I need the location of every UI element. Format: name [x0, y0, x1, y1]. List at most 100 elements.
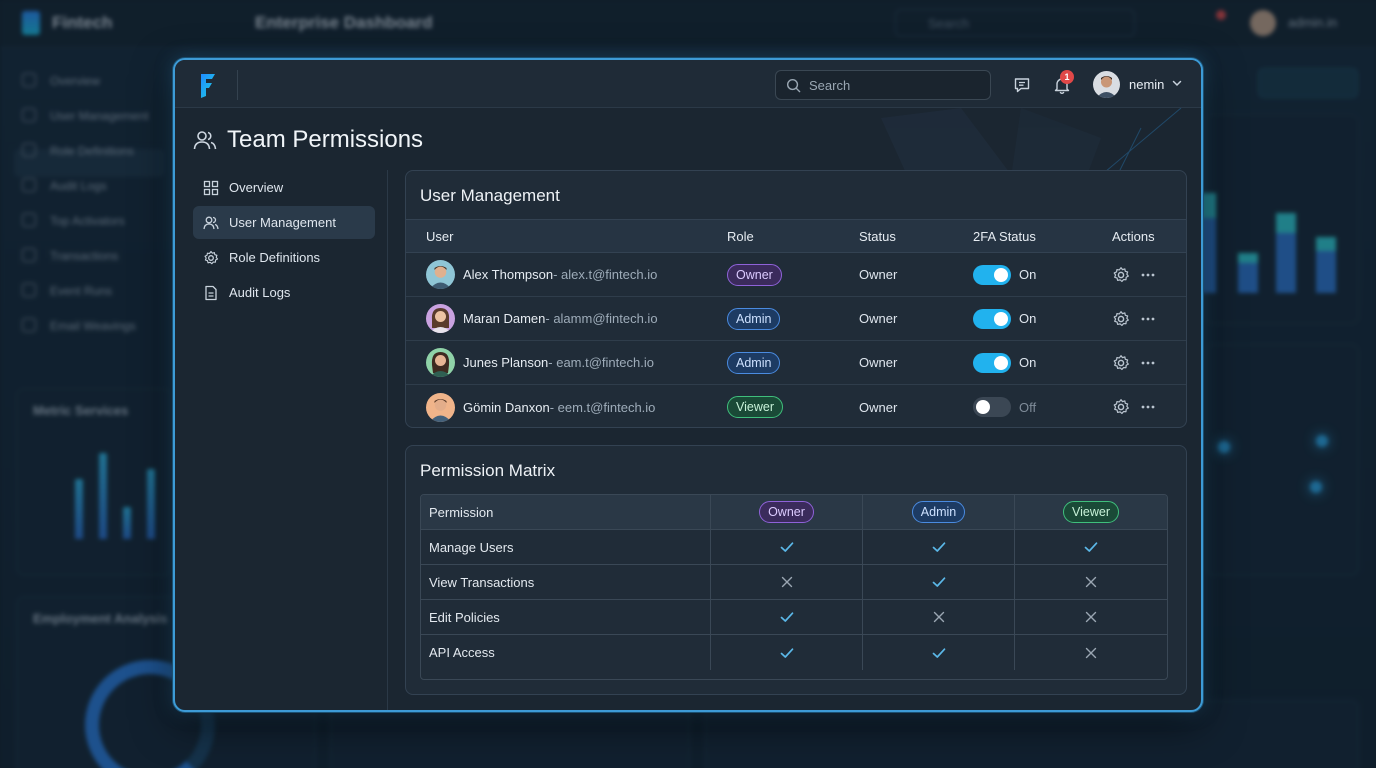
check-icon: [932, 577, 945, 587]
column-header-user[interactable]: User: [426, 220, 453, 252]
check-icon: [780, 542, 793, 552]
more-options-icon[interactable]: [1140, 399, 1156, 415]
search-input[interactable]: [809, 77, 979, 93]
settings-cog-icon: [204, 250, 219, 264]
permission-cell[interactable]: [863, 565, 1015, 599]
chevron-down-icon[interactable]: [1171, 77, 1183, 89]
background-search: Search: [895, 9, 1135, 37]
twofa-toggle[interactable]: [973, 352, 1011, 373]
user-table-header: User Role Status 2FA Status Actions: [406, 219, 1186, 253]
role-cell: Admin: [727, 297, 781, 340]
permission-cell[interactable]: [863, 530, 1015, 564]
user-cell: Alex Thompson - alex.t@fintech.io: [426, 253, 657, 296]
sidebar-item-role-definitions[interactable]: Role Definitions: [193, 241, 375, 274]
role-badge[interactable]: Admin: [727, 307, 781, 330]
background-nav-item: Audit Logs: [22, 178, 107, 193]
permission-name: View Transactions: [421, 565, 711, 599]
column-header-viewer: Viewer: [1015, 495, 1167, 529]
permission-cell[interactable]: [1015, 530, 1167, 564]
more-options-icon[interactable]: [1140, 267, 1156, 283]
user-name[interactable]: nemin: [1129, 77, 1164, 92]
background-node: [1218, 441, 1230, 453]
actions-cell: [1112, 341, 1156, 384]
role-badge[interactable]: Admin: [727, 351, 781, 374]
role-badge[interactable]: Owner: [727, 263, 782, 286]
background-mini-chart: [73, 449, 173, 539]
column-header-2fa-status[interactable]: 2FA Status: [973, 220, 1036, 252]
team-icon: [193, 131, 217, 150]
table-row: API Access: [421, 635, 1167, 670]
permission-cell[interactable]: [1015, 635, 1167, 670]
twofa-toggle[interactable]: [973, 264, 1011, 285]
settings-cog-icon[interactable]: [1112, 398, 1130, 416]
document-icon: [205, 285, 217, 300]
permission-cell[interactable]: [863, 600, 1015, 634]
table-row[interactable]: Junes Planson - eam.t@fintech.io Admin O…: [406, 341, 1186, 385]
role-badge[interactable]: Viewer: [727, 396, 783, 418]
permission-name: Edit Policies: [421, 600, 711, 634]
status-text: Owner: [859, 311, 898, 326]
background-button: [1258, 68, 1358, 98]
chat-icon: [1014, 78, 1030, 93]
cross-icon: [1085, 576, 1097, 588]
permission-cell[interactable]: [863, 635, 1015, 670]
check-icon: [780, 647, 793, 658]
background-metrics-card: Metric Services: [16, 388, 172, 576]
background-topbar: Fintech Enterprise Dashboard Search admi…: [0, 0, 1376, 48]
settings-cog-icon[interactable]: [1112, 310, 1130, 328]
sidebar-item-label: User Management: [229, 215, 336, 230]
permission-matrix-table: Permission Owner Admin Viewer Manage Use…: [420, 494, 1168, 680]
more-options-icon[interactable]: [1140, 355, 1156, 371]
status-cell: Owner: [859, 297, 897, 340]
background-bar-card: [1196, 114, 1359, 324]
sidebar-item-audit-logs[interactable]: Audit Logs: [193, 276, 375, 309]
background-app-name: Fintech: [52, 13, 113, 32]
sidebar-item-label: Audit Logs: [229, 285, 291, 300]
background-nav-item: Top Activators: [22, 213, 125, 228]
background-node: [1316, 435, 1328, 447]
table-row[interactable]: Gömin Danxon - eem.t@fintech.io Viewer O…: [406, 385, 1186, 427]
cross-icon: [1085, 611, 1097, 623]
role-cell: Owner: [727, 253, 782, 296]
background-node: [1310, 481, 1322, 493]
settings-cog-icon[interactable]: [1112, 266, 1130, 284]
top-bar: 1 nemin: [175, 60, 1201, 108]
avatar: [426, 260, 455, 289]
team-permissions-window: 1 nemin Team Permissions: [173, 58, 1203, 712]
chat-button[interactable]: [1011, 74, 1033, 96]
permission-cell[interactable]: [711, 565, 863, 599]
background-nav-item: Role Definitions: [22, 143, 134, 158]
settings-cog-icon[interactable]: [1112, 354, 1130, 372]
check-icon: [932, 542, 945, 552]
twofa-toggle[interactable]: [973, 397, 1011, 417]
column-header-admin: Admin: [863, 495, 1015, 529]
permission-cell[interactable]: [711, 600, 863, 634]
user-cell: Maran Damen - alamm@fintech.io: [426, 297, 658, 340]
twofa-label: On: [1019, 311, 1037, 326]
search-box[interactable]: [775, 70, 991, 100]
sidebar-item-overview[interactable]: Overview: [193, 171, 375, 204]
permission-cell[interactable]: [711, 635, 863, 670]
permission-cell[interactable]: [711, 530, 863, 564]
column-header-status[interactable]: Status: [859, 220, 896, 252]
table-row[interactable]: Alex Thompson - alex.t@fintech.io Owner …: [406, 253, 1186, 297]
table-row: Edit Policies: [421, 600, 1167, 635]
twofa-label: Off: [1019, 399, 1037, 415]
status-text: Owner: [859, 355, 898, 370]
table-row[interactable]: Maran Damen - alamm@fintech.io Admin Own…: [406, 297, 1186, 341]
permission-name: API Access: [421, 635, 711, 670]
twofa-cell: Off: [973, 385, 1037, 427]
avatar[interactable]: [1093, 71, 1120, 98]
column-header-role[interactable]: Role: [727, 220, 754, 252]
avatar: [426, 392, 455, 422]
logo-icon[interactable]: [197, 72, 217, 98]
permission-cell[interactable]: [1015, 565, 1167, 599]
twofa-cell: On: [973, 341, 1036, 384]
twofa-toggle[interactable]: [973, 308, 1011, 329]
sidebar-item-user-management[interactable]: User Management: [193, 206, 375, 239]
user-cell: Gömin Danxon - eem.t@fintech.io: [426, 385, 655, 427]
more-options-icon[interactable]: [1140, 311, 1156, 327]
background-bar: [123, 507, 131, 539]
role-cell: Admin: [727, 341, 781, 384]
permission-cell[interactable]: [1015, 600, 1167, 634]
